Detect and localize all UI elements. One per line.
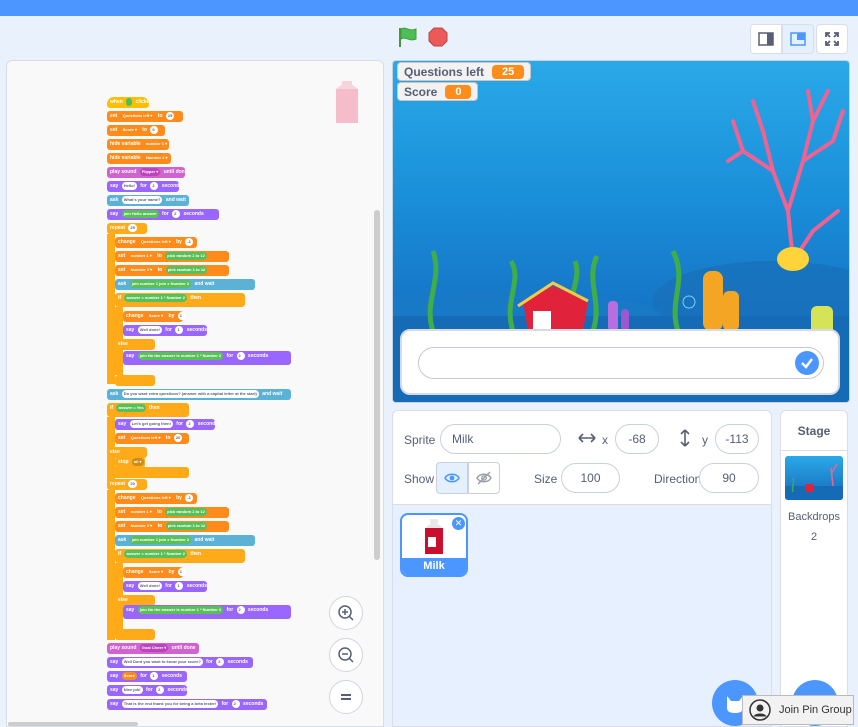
code-block[interactable]: say join No the answer is number 1 * Num… [123,351,291,365]
hat-block[interactable]: when clicked [107,97,153,108]
monitor-value: 0 [445,84,472,99]
monitor-label: Score [404,84,438,99]
sprite-name-field[interactable]: Milk [440,424,561,454]
eye-icon [444,473,460,483]
small-stage-button[interactable] [750,24,782,54]
code-block[interactable] [115,629,155,640]
sprite-ghost-icon [336,81,358,123]
show-label: Show [404,472,435,486]
code-block[interactable]: ask What's your name? and wait [107,195,189,206]
code-block[interactable]: say Score for 1 seconds [107,671,187,682]
code-block[interactable]: say join No the answer is number 1 * Num… [123,605,291,619]
score-monitor[interactable]: Score 0 [397,82,479,101]
y-arrows-icon [680,429,690,447]
code-block[interactable]: set Number 2 ▾ to pick random 1 to 12 [115,521,229,532]
code-block[interactable]: change Questions left ▾ by -1 [115,237,197,248]
sprite-label: Sprite [404,433,436,447]
code-block[interactable]: ask join number 1 join x Number 2 and wa… [115,535,255,546]
eye-slash-icon [476,471,492,485]
zoom-in-button[interactable] [329,596,363,630]
code-block[interactable]: say That is the end thank you for being … [107,699,267,710]
monitor-value: 25 [492,64,525,79]
x-label: x [602,433,608,447]
code-block[interactable]: set Score ▾ to 0 [107,125,165,136]
stage-thumbnail[interactable] [785,456,843,500]
code-block[interactable] [107,467,189,478]
code-block[interactable]: hide variable number 1 ▾ [107,139,170,150]
questions-left-monitor[interactable]: Questions left 25 [397,62,532,81]
code-block[interactable]: say Nice job! for 2 seconds [107,685,188,696]
backdrops-count: 2 [810,531,818,543]
pin-group-label: Join Pin Group [779,704,852,716]
show-visible-button[interactable] [436,462,468,494]
code-block[interactable] [115,375,155,386]
code-block[interactable]: if answer = Yes then [107,403,189,417]
milk-carton-icon [425,519,443,554]
c-block-arm [107,490,115,640]
code-scrollbar[interactable] [374,210,380,560]
code-hscrollbar[interactable] [8,722,138,726]
delete-sprite-icon[interactable]: ✕ [452,517,465,530]
direction-label: Direction [654,472,702,486]
stage-title: Stage [781,411,847,451]
y-field[interactable]: -113 [715,424,759,454]
code-block[interactable]: set number 1 ▾ to pick random 1 to 12 [115,251,229,262]
y-label: y [702,433,708,447]
code-block[interactable]: play sound Goal Cheer ▾ until done [107,643,199,654]
monitor-label: Questions left [404,64,485,79]
code-block[interactable]: say Well done! for 1 seconds [123,325,207,336]
code-block[interactable]: ask join number 1 join x Number 2 and wa… [115,279,255,290]
code-block[interactable]: if answer = number 1 * Number 2 then [115,549,245,563]
code-block[interactable]: change Score ▾ by 1 [123,567,186,578]
direction-field[interactable]: 90 [699,463,759,493]
code-block[interactable]: repeat 25 [107,223,147,234]
zoom-in-icon [338,605,354,621]
small-stage-icon [758,32,774,46]
code-area[interactable]: when clicked set Questions left ▾ to 25 … [6,60,384,727]
checkmark-icon[interactable] [795,351,819,375]
code-block[interactable]: else [115,339,155,350]
stop-icon[interactable] [428,27,448,47]
code-block[interactable]: set Number 2 ▾ to pick random 1 to 12 [115,265,229,276]
code-block[interactable]: say Hello! for 2 seconds [107,181,182,192]
user-icon [749,699,771,721]
code-block[interactable]: say Well Dont you want to know your scor… [107,657,253,668]
fullscreen-icon [825,32,839,46]
zoom-reset-button[interactable] [329,680,363,714]
stage-canvas[interactable]: Questions left 25 Score 0 [392,60,850,403]
large-stage-button[interactable] [782,24,814,54]
backdrops-label: Backdrops [788,511,840,523]
zoom-reset-icon [341,694,351,700]
fullscreen-button[interactable] [816,24,848,54]
code-block[interactable]: say join Hello answer for 2 seconds [107,209,219,220]
code-block[interactable]: if answer = number 1 * Number 2 then [115,293,245,307]
code-block[interactable]: say Well done! for 1 seconds [123,581,207,592]
code-block[interactable]: repeat 20 [107,479,147,490]
ask-prompt [400,329,840,395]
size-field[interactable]: 100 [561,463,620,493]
code-block[interactable]: set Questions left ▾ to 25 [107,111,183,122]
code-block[interactable]: hide variable Number 2 ▾ [107,153,171,164]
code-block[interactable]: play sound Flipper ▾ until done [107,167,188,178]
join-pin-group-popup[interactable]: Join Pin Group [742,695,854,725]
green-flag-icon[interactable] [397,26,419,48]
code-block[interactable]: set number 1 ▾ to pick random 1 to 12 [115,507,229,518]
zoom-out-icon [338,647,354,663]
code-block[interactable]: change Score ▾ by 1 [123,311,186,322]
code-block[interactable]: ask Do you want extra questions? (answer… [107,389,291,400]
size-label: Size [534,472,558,486]
show-hidden-button[interactable] [468,462,500,494]
ask-answer-input[interactable] [418,347,824,379]
x-field[interactable]: -68 [615,424,659,454]
code-block[interactable]: say Let's get going then! for 2 seconds [115,419,218,430]
code-block[interactable]: change Questions left ▾ by -1 [115,493,197,504]
large-stage-icon [790,32,806,46]
code-block[interactable]: set Questions left ▾ to 20 [115,433,189,444]
x-arrows-icon [578,433,596,443]
menu-bar [0,0,858,16]
c-block-arm [107,234,115,384]
zoom-out-button[interactable] [329,638,363,672]
sprite-tile-label: Milk [402,558,466,575]
